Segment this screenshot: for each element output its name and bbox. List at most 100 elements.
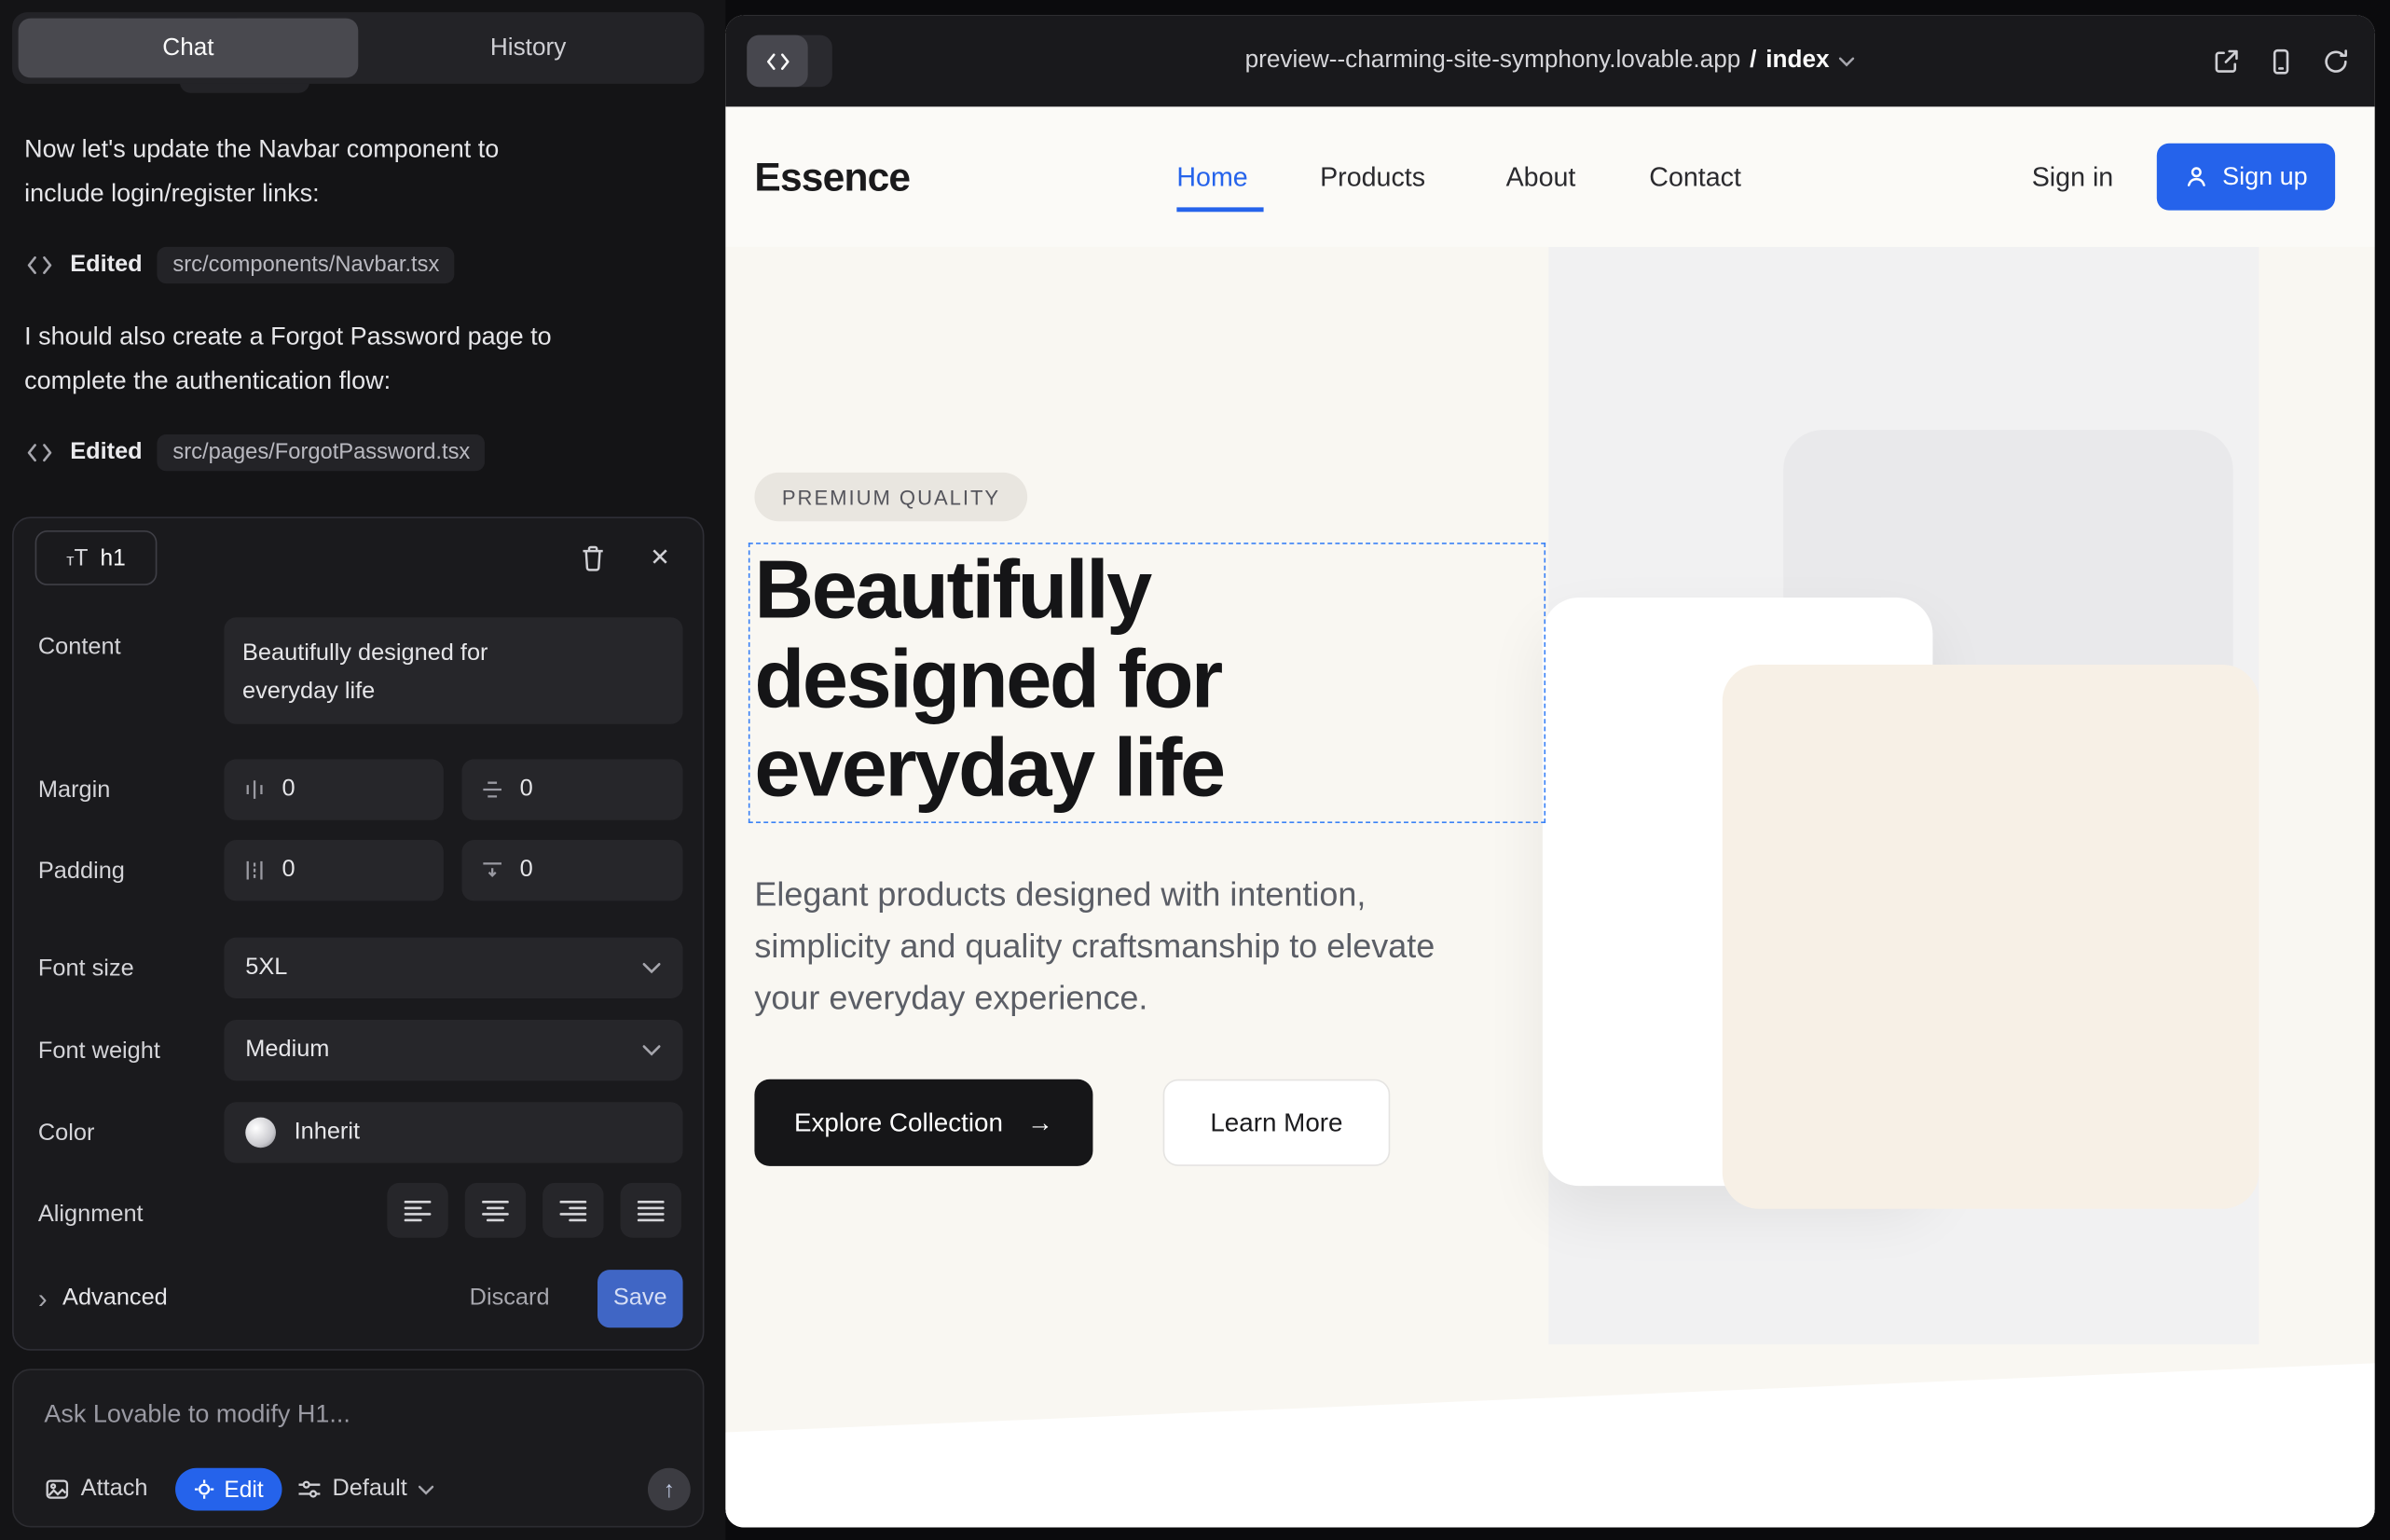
- user-icon: [2184, 165, 2208, 189]
- code-icon: [24, 437, 55, 468]
- active-nav-underline: [1176, 207, 1263, 211]
- default-label: Default: [332, 1476, 406, 1503]
- color-label: Color: [38, 1121, 95, 1148]
- learn-more-button[interactable]: Learn More: [1163, 1079, 1391, 1166]
- font-weight-label: Font weight: [38, 1038, 160, 1066]
- content-value: Beautifully designed for everyday life: [242, 634, 570, 710]
- font-size-select[interactable]: 5XL: [224, 938, 682, 998]
- padding-horizontal-value: 0: [282, 857, 295, 884]
- arrow-right-icon: →: [1027, 1107, 1053, 1138]
- tab-history[interactable]: History: [358, 19, 698, 78]
- edit-label: Edit: [224, 1477, 263, 1503]
- save-button[interactable]: Save: [598, 1270, 683, 1327]
- hero-heading[interactable]: Beautifully designed for everyday life: [754, 545, 1223, 813]
- align-left-button[interactable]: [387, 1183, 447, 1238]
- chat-message: Now let's update the Navbar component to…: [24, 128, 561, 214]
- site-canvas: Essence Home Products About Contact Sign…: [725, 106, 2374, 1527]
- mobile-view-icon[interactable]: [2262, 43, 2299, 79]
- model-default-selector[interactable]: Default: [297, 1468, 434, 1511]
- margin-horizontal-icon: [242, 777, 267, 802]
- nav-link-contact[interactable]: Contact: [1649, 106, 1741, 246]
- hero-heading-line: designed for: [754, 635, 1223, 724]
- chat-composer[interactable]: Ask Lovable to modify H1... Attach Edit …: [12, 1368, 704, 1527]
- font-weight-value: Medium: [245, 1037, 329, 1064]
- nav-link-products[interactable]: Products: [1320, 106, 1425, 246]
- font-size-value: 5XL: [245, 955, 287, 982]
- chat-message: I should also create a Forgot Password p…: [24, 315, 561, 402]
- align-right-button[interactable]: [543, 1183, 603, 1238]
- font-weight-select[interactable]: Medium: [224, 1020, 682, 1080]
- refresh-icon[interactable]: [2317, 43, 2354, 79]
- edit-mode-button[interactable]: Edit: [175, 1468, 282, 1511]
- padding-vertical-value: 0: [520, 857, 533, 884]
- discard-button[interactable]: Discard: [470, 1270, 550, 1327]
- padding-label: Padding: [38, 859, 125, 886]
- preview-window: preview--charming-site-symphony.lovable.…: [725, 15, 2374, 1527]
- close-editor-button[interactable]: ✕: [639, 537, 681, 580]
- hero-heading-line: everyday life: [754, 724, 1223, 814]
- arrow-up-icon: ↑: [664, 1477, 675, 1503]
- site-navbar: Essence Home Products About Contact Sign…: [725, 106, 2374, 246]
- chevron-down-icon: [1838, 56, 1855, 66]
- sign-in-link[interactable]: Sign in: [2032, 106, 2114, 246]
- site-logo[interactable]: Essence: [754, 106, 910, 246]
- open-external-icon[interactable]: [2207, 43, 2244, 79]
- margin-vertical-input[interactable]: 0: [461, 759, 682, 819]
- image-icon: [44, 1478, 70, 1502]
- element-editor-panel: тT h1 ✕ Content Beautifully designed for…: [12, 516, 704, 1350]
- align-justify-button[interactable]: [621, 1183, 681, 1238]
- sign-up-label: Sign up: [2222, 162, 2308, 191]
- padding-horizontal-input[interactable]: 0: [224, 840, 443, 901]
- padding-vertical-icon: [480, 859, 504, 883]
- edited-label: Edited: [70, 439, 142, 466]
- margin-vertical-icon: [480, 777, 504, 802]
- nav-link-home[interactable]: Home: [1176, 106, 1247, 246]
- attach-label: Attach: [81, 1476, 148, 1503]
- sign-up-button[interactable]: Sign up: [2157, 144, 2335, 211]
- tab-chat[interactable]: Chat: [19, 19, 359, 78]
- edited-file-row: Edited src/pages/ForgotPassword.tsx: [24, 432, 485, 474]
- edited-file-badge[interactable]: src/pages/ForgotPassword.tsx: [158, 434, 486, 471]
- hero-paragraph: Elegant products designed with intention…: [754, 869, 1440, 1024]
- premium-quality-badge: PREMIUM QUALITY: [754, 473, 1027, 521]
- url-separator: /: [1750, 48, 1756, 75]
- padding-vertical-input[interactable]: 0: [461, 840, 682, 901]
- delete-element-button[interactable]: [571, 537, 614, 580]
- font-size-label: Font size: [38, 956, 134, 983]
- edited-label: Edited: [70, 252, 142, 279]
- nav-link-about[interactable]: About: [1506, 106, 1576, 246]
- chevron-down-icon: [418, 1484, 434, 1494]
- chevron-down-icon: [641, 1044, 661, 1056]
- padding-horizontal-icon: [242, 859, 267, 883]
- align-center-button[interactable]: [465, 1183, 526, 1238]
- code-icon: [24, 250, 55, 281]
- content-input[interactable]: Beautifully designed for everyday life: [224, 617, 682, 723]
- advanced-toggle[interactable]: › Advanced: [38, 1270, 168, 1327]
- margin-horizontal-input[interactable]: 0: [224, 759, 443, 819]
- composer-placeholder[interactable]: Ask Lovable to modify H1...: [44, 1401, 350, 1430]
- edited-file-row: Edited src/components/Navbar.tsx: [24, 244, 455, 287]
- color-select[interactable]: Inherit: [224, 1102, 682, 1162]
- alignment-label: Alignment: [38, 1202, 144, 1229]
- text-size-icon: тT: [66, 545, 88, 571]
- attach-button[interactable]: Attach: [44, 1468, 147, 1511]
- hero-bottom-wedge: [725, 1359, 2374, 1527]
- url-breadcrumb[interactable]: preview--charming-site-symphony.lovable.…: [725, 15, 2374, 106]
- color-value: Inherit: [295, 1119, 360, 1146]
- sliders-icon: [297, 1478, 322, 1500]
- margin-label: Margin: [38, 777, 110, 804]
- chevron-right-icon: ›: [38, 1285, 48, 1312]
- explore-collection-label: Explore Collection: [794, 1107, 1003, 1138]
- content-label: Content: [38, 634, 121, 661]
- edit-target-icon: [194, 1478, 215, 1500]
- decor-cream-card: [1723, 665, 2260, 1209]
- color-swatch-icon: [245, 1118, 276, 1148]
- margin-vertical-value: 0: [520, 776, 533, 803]
- app-window: Chat History Now let's update the Navbar…: [0, 0, 2390, 1540]
- element-tag-pill[interactable]: тT h1: [35, 530, 158, 585]
- send-button[interactable]: ↑: [648, 1468, 691, 1511]
- edited-file-badge[interactable]: src/components/Navbar.tsx: [158, 247, 455, 283]
- chevron-down-icon: [641, 962, 661, 974]
- url-page: index: [1765, 48, 1829, 75]
- explore-collection-button[interactable]: Explore Collection →: [754, 1079, 1092, 1166]
